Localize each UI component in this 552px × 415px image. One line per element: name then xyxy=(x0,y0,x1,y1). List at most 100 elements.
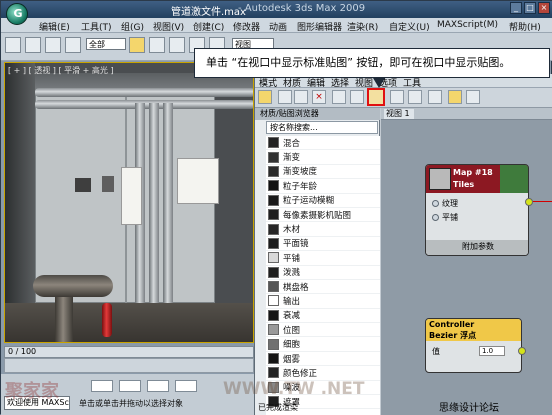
link-icon[interactable] xyxy=(45,37,61,53)
map-name: 输出 xyxy=(283,296,301,307)
map-list: 混合 渐变 渐变坡度 粒子年龄 粒子运动模糊 每像素摄影机贴图木材平面镜 平铺 泼溅 棋盘格 输出… xyxy=(266,136,380,415)
map-list-item[interactable]: 混合 xyxy=(266,136,380,151)
menu-help[interactable]: 帮助(H) xyxy=(509,20,541,33)
move-children-icon[interactable] xyxy=(332,90,346,104)
title-bar: G 管道激文件.max - Autodesk 3ds Max 2009 _ □ … xyxy=(1,1,552,25)
pick-material-icon[interactable] xyxy=(278,90,292,104)
perspective-viewport[interactable]: [ + ] [ 透视 ] [ 平滑 + 高光 ] xyxy=(4,62,254,343)
fire-extinguisher xyxy=(102,303,112,337)
map-list-item[interactable]: 衰减 xyxy=(266,309,380,324)
map-list-item[interactable]: 平面镜 xyxy=(266,237,380,252)
tiles-map-node[interactable]: Map #18 Tiles 纹理 平铺 附加参数 xyxy=(425,164,529,256)
close-button[interactable]: × xyxy=(538,2,550,14)
output-socket[interactable] xyxy=(518,347,526,355)
menu-rendering[interactable]: 渲染(R) xyxy=(347,20,378,33)
map-list-item[interactable]: 烟雾 xyxy=(266,352,380,367)
lock-icon[interactable] xyxy=(91,380,113,392)
parameter-editor-icon[interactable] xyxy=(466,90,480,104)
select-object-icon[interactable] xyxy=(129,37,145,53)
menu-customize[interactable]: 自定义(U) xyxy=(389,20,430,33)
show-standard-map-in-viewport-button[interactable] xyxy=(367,88,385,106)
menu-maxscript[interactable]: MAXScript(M) xyxy=(437,20,498,30)
menu-create[interactable]: 创建(C) xyxy=(193,20,224,33)
watermark-right: 思缘设计论坛 xyxy=(439,403,499,414)
minimize-button[interactable]: _ xyxy=(510,2,522,14)
redo-icon[interactable] xyxy=(25,37,41,53)
node-rollout[interactable]: 附加参数 xyxy=(426,240,528,255)
map-name: 颜色修正 xyxy=(283,368,318,379)
render-status: 已完成渲染 xyxy=(258,403,298,412)
layout-all-icon[interactable] xyxy=(408,90,422,104)
map-swatch-icon xyxy=(268,252,279,264)
map-list-item[interactable]: 渐变坡度 xyxy=(266,165,380,180)
delete-icon[interactable]: × xyxy=(312,90,326,104)
browser-title: 材质/贴图浏览器 xyxy=(255,108,380,120)
map-swatch-icon xyxy=(268,281,279,293)
app-logo-icon[interactable]: G xyxy=(6,3,28,25)
menu-graph-editors[interactable]: 图形编辑器 xyxy=(297,20,342,33)
app-logo-letter: G xyxy=(13,7,23,20)
map-list-item[interactable]: 木材 xyxy=(266,222,380,237)
map-list-item[interactable]: 棋盘格 xyxy=(266,280,380,295)
map-name: 木材 xyxy=(283,225,301,236)
slot-label: 平铺 xyxy=(442,213,458,222)
map-list-item[interactable]: 位图 xyxy=(266,323,380,338)
output-socket[interactable] xyxy=(525,198,533,206)
tab-view-1[interactable]: 视图 1 xyxy=(384,109,414,119)
layout-children-icon[interactable] xyxy=(428,90,442,104)
map-swatch-icon xyxy=(268,209,279,221)
undo-icon[interactable] xyxy=(5,37,21,53)
material-map-navigator-icon[interactable] xyxy=(448,90,462,104)
view-tabs: 视图 1 xyxy=(381,108,552,120)
viewport-label[interactable]: [ + ] [ 透视 ] [ 平滑 + 高光 ] xyxy=(8,65,114,76)
map-list-item[interactable]: 泼溅 xyxy=(266,266,380,280)
time-slider[interactable]: 0 / 100 xyxy=(4,346,254,358)
input-socket[interactable] xyxy=(432,214,439,221)
map-list-item[interactable]: 细胞 xyxy=(266,337,380,352)
show-background-icon[interactable] xyxy=(390,90,404,104)
selection-filter-dropdown[interactable]: 全部 xyxy=(86,38,126,50)
map-name: 衰减 xyxy=(283,311,301,322)
menu-edit[interactable]: 编辑(E) xyxy=(39,20,70,33)
vertical-pipe xyxy=(163,103,173,303)
x-coord[interactable] xyxy=(119,380,141,392)
map-name: 平面镜 xyxy=(283,239,309,250)
track-bar[interactable] xyxy=(4,358,254,373)
menu-views[interactable]: 视图(V) xyxy=(153,20,184,33)
map-list-item[interactable]: 每像素摄影机贴图 xyxy=(266,208,380,223)
value-field[interactable]: 1.0 xyxy=(479,346,505,356)
unlink-icon[interactable] xyxy=(65,37,81,53)
maximize-button[interactable]: □ xyxy=(524,2,536,14)
bezier-controller-node[interactable]: Controller Bezier 浮点 值 1.0 xyxy=(425,318,522,373)
map-list-item[interactable]: 粒子年龄 xyxy=(266,179,380,194)
prompt-line: 单击或单击并拖动以选择对象 xyxy=(79,399,183,408)
rect-selection-icon[interactable] xyxy=(169,37,185,53)
map-name: 细胞 xyxy=(283,340,301,351)
map-swatch-icon xyxy=(268,194,279,206)
ceiling-pipe xyxy=(35,88,253,97)
menu-tools[interactable]: 工具(T) xyxy=(81,20,112,33)
select-tool-icon[interactable] xyxy=(258,90,272,104)
hide-unused-slots-icon[interactable] xyxy=(350,90,364,104)
map-list-item[interactable]: 粒子运动模糊 xyxy=(266,194,380,208)
map-swatch-icon xyxy=(268,180,279,192)
map-swatch-icon xyxy=(268,309,279,321)
menu-group[interactable]: 组(G) xyxy=(121,20,144,33)
wire xyxy=(533,201,552,202)
map-swatch-icon xyxy=(268,295,279,307)
browser-search-input[interactable]: 按名称搜索... xyxy=(266,121,378,134)
map-swatch-icon xyxy=(268,151,279,163)
wall-poster xyxy=(177,158,219,204)
put-material-icon[interactable] xyxy=(294,90,308,104)
select-by-name-icon[interactable] xyxy=(149,37,165,53)
map-list-item[interactable]: 平铺 xyxy=(266,251,380,266)
input-socket[interactable] xyxy=(432,200,439,207)
node-slot-texture[interactable]: 纹理 xyxy=(432,198,458,209)
menu-animation[interactable]: 动画 xyxy=(269,20,287,33)
node-slot-tiling[interactable]: 平铺 xyxy=(432,212,458,223)
menu-modifiers[interactable]: 修改器 xyxy=(233,20,260,33)
map-list-item[interactable]: 渐变 xyxy=(266,150,380,165)
z-coord[interactable] xyxy=(175,380,197,392)
map-list-item[interactable]: 输出 xyxy=(266,294,380,309)
y-coord[interactable] xyxy=(147,380,169,392)
